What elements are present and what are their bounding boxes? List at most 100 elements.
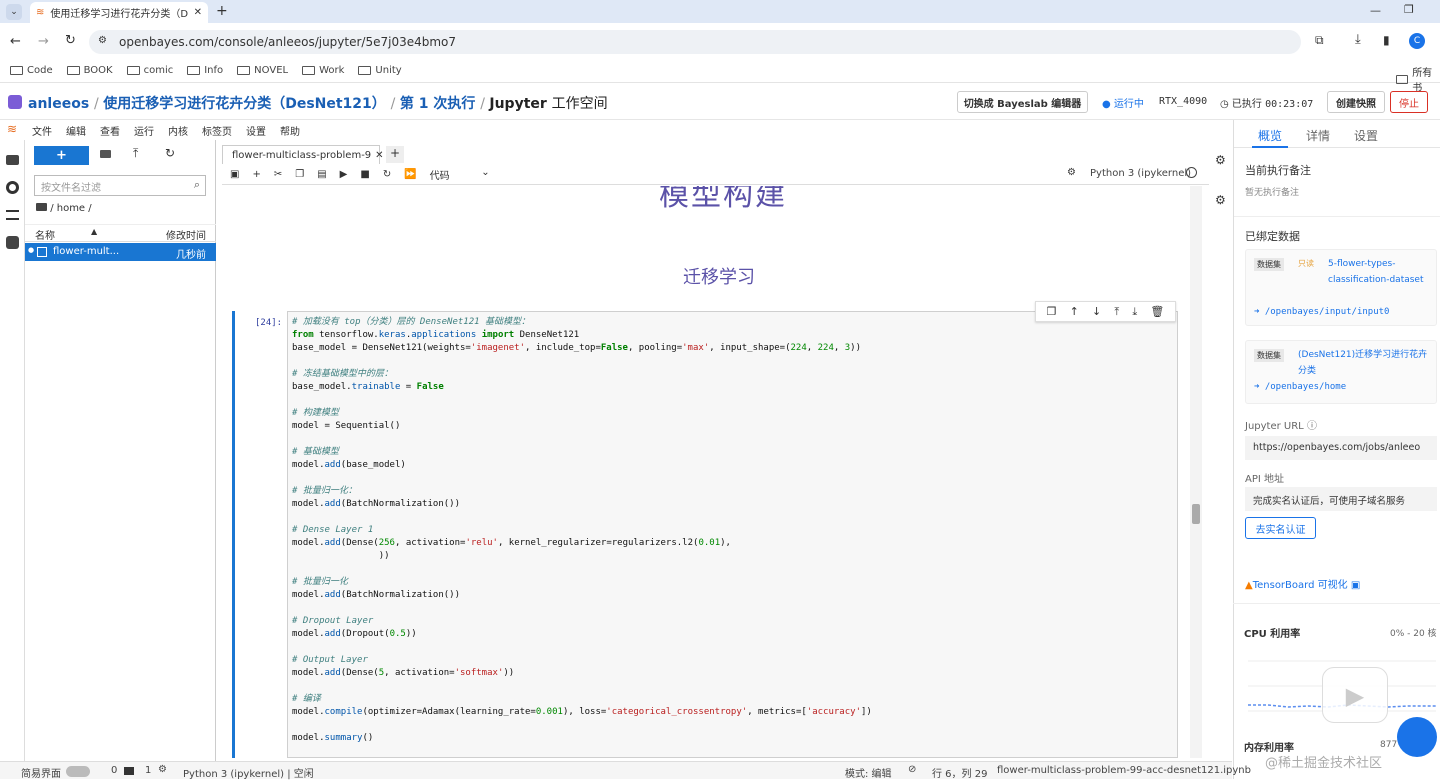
extensions-icon[interactable]: ⧉ [1315, 33, 1324, 48]
folder-icon[interactable] [36, 203, 47, 211]
tab-details[interactable]: 详情 [1306, 127, 1330, 144]
bookmark-book[interactable]: BOOK [66, 65, 113, 76]
url-bar[interactable]: ⚙ openbayes.com/console/anleeos/jupyter/… [89, 30, 1301, 54]
save-icon[interactable]: ▣ [230, 169, 239, 180]
file-filter-input[interactable]: 按文件名过滤 ⌕ [34, 175, 206, 196]
run-icon[interactable]: ▶ [340, 169, 348, 180]
back-icon[interactable]: ← [10, 34, 21, 49]
tensorboard-link[interactable]: ▲TensorBoard 可视化 ▣ [1245, 576, 1360, 591]
tab-settings[interactable]: 设置 [1354, 127, 1378, 144]
new-tab-button[interactable]: + [216, 3, 228, 19]
bug-icon[interactable]: ⚙ [1067, 167, 1076, 178]
info-icon[interactable]: ⓘ [1307, 421, 1317, 432]
notebook-tab[interactable]: flower-multiclass-problem-9 ✕ [222, 145, 384, 164]
file-row-selected[interactable]: ● flower-mult... 几秒前 [25, 243, 216, 261]
debugger-icon[interactable]: ⚙ [1215, 193, 1226, 207]
breadcrumb-run[interactable]: 第 1 次执行 [400, 96, 476, 112]
stop-button[interactable]: 停止 [1390, 91, 1428, 113]
cursor-position[interactable]: 行 6，列 29 [932, 765, 987, 780]
verify-button[interactable]: 去实名认证 [1245, 517, 1316, 539]
new-notebook-tab-button[interactable]: + [386, 146, 404, 163]
insert-above-icon[interactable]: ⤒ [1114, 305, 1119, 319]
menu-run[interactable]: 运行 [134, 123, 154, 138]
dataset1-name[interactable]: 5-flower-types-classification-dataset [1328, 256, 1428, 288]
reload-icon[interactable]: ↻ [65, 33, 76, 48]
simple-mode-toggle[interactable] [66, 766, 90, 777]
column-name[interactable]: 名称 [35, 227, 55, 242]
tab-search-button[interactable]: ⌄ [6, 4, 22, 20]
code-text: # 加载没有 top（分类）层的 DenseNet121 基础模型： from … [292, 317, 872, 743]
restore-icon[interactable]: ❐ [1404, 3, 1414, 16]
duplicate-cell-icon[interactable]: ❐ [1047, 305, 1057, 318]
dataset-card-1[interactable]: 数据集 只读 5-flower-types-classification-dat… [1245, 249, 1437, 326]
close-icon[interactable]: ✕ [375, 150, 383, 161]
code-editor[interactable]: # 加载没有 top（分类）层的 DenseNet121 基础模型： from … [287, 311, 1178, 758]
extensions-puzzle-icon[interactable] [6, 236, 19, 249]
tab-overview[interactable]: 概览 [1258, 127, 1282, 144]
bookmark-work[interactable]: Work [302, 65, 344, 76]
move-up-icon[interactable]: ↑ [1070, 305, 1079, 318]
breadcrumb-project[interactable]: 使用迁移学习进行花卉分类（DesNet121） [103, 96, 386, 112]
close-icon[interactable]: ✕ [194, 7, 202, 18]
move-down-icon[interactable]: ↓ [1092, 305, 1101, 318]
bookmark-unity[interactable]: Unity [358, 65, 402, 76]
breadcrumb-user[interactable]: anleeos [28, 96, 89, 112]
bookmark-code[interactable]: Code [10, 65, 53, 76]
copy-icon[interactable]: ❐ [295, 169, 304, 180]
menu-view[interactable]: 查看 [100, 123, 120, 138]
no-bug-icon[interactable]: ⊘ [908, 764, 916, 775]
jupyter-url-field[interactable]: https://openbayes.com/jobs/anleeo [1245, 436, 1437, 460]
kernel-status[interactable]: Python 3 (ipykernel) | 空闲 [183, 765, 314, 780]
note-title: 当前执行备注 [1245, 164, 1311, 177]
running-status: ● 运行中 [1102, 99, 1144, 110]
dataset2-name[interactable]: (DesNet121)迁移学习进行花卉分类 [1298, 347, 1434, 379]
upload-icon[interactable]: ⤒ [133, 146, 138, 161]
paste-icon[interactable]: ▤ [317, 169, 326, 180]
add-cell-icon[interactable]: + [252, 169, 260, 180]
bookmark-novel[interactable]: NOVEL [237, 65, 288, 76]
menu-kernel[interactable]: 内核 [168, 123, 188, 138]
browser-tab[interactable]: ≋ 使用迁移学习进行花卉分类（D ✕ [30, 2, 208, 23]
profile-avatar[interactable]: C [1409, 33, 1425, 49]
bookmark-info[interactable]: Info [187, 65, 223, 76]
notebook-tab-name: flower-multiclass-problem-9 [232, 149, 372, 161]
notebook-scrollbar[interactable] [1190, 186, 1202, 758]
folder-icon [187, 66, 201, 75]
elapsed-time: ◷ 已执行 00:23:07 [1220, 99, 1314, 110]
sort-ascending-icon[interactable]: ▲ [91, 227, 97, 236]
menu-tabs[interactable]: 标签页 [202, 123, 232, 138]
create-snapshot-button[interactable]: 创建快照 [1327, 91, 1385, 113]
insert-below-icon[interactable]: ⤓ [1132, 305, 1137, 319]
restart-icon[interactable]: ↻ [383, 169, 391, 180]
new-launcher-button[interactable]: + [34, 146, 89, 165]
menu-file[interactable]: 文件 [32, 123, 52, 138]
bookmark-comic[interactable]: comic [126, 65, 173, 76]
chat-bubble-icon[interactable] [1397, 717, 1437, 757]
stop-kernel-icon[interactable]: ■ [360, 169, 369, 180]
sidepanel-icon[interactable]: ▮ [1383, 33, 1390, 47]
menu-settings[interactable]: 设置 [246, 123, 266, 138]
delete-cell-icon[interactable]: 🗑 [1150, 305, 1164, 318]
menu-edit[interactable]: 编辑 [66, 123, 86, 138]
cpu-range: 0% - 20 核 [1390, 629, 1437, 639]
switch-editor-button[interactable]: 切换成 Bayeslab 编辑器 [957, 91, 1088, 113]
cell-type-select[interactable]: 代码 ⌄ [430, 167, 490, 182]
menu-help[interactable]: 帮助 [280, 123, 300, 138]
run-all-icon[interactable]: ⏩ [404, 169, 416, 180]
toc-icon[interactable] [6, 210, 19, 220]
scrollbar-thumb[interactable] [1192, 504, 1200, 524]
cut-icon[interactable]: ✂ [274, 169, 282, 180]
site-info-icon[interactable]: ⚙ [98, 35, 107, 46]
play-overlay-icon[interactable]: ▶ [1322, 667, 1388, 723]
dataset-card-2[interactable]: 数据集 (DesNet121)迁移学习进行花卉分类 ➜ /openbayes/h… [1245, 340, 1437, 404]
kernel-name[interactable]: Python 3 (ipykernel) [1090, 168, 1191, 179]
minimize-icon[interactable]: — [1370, 4, 1381, 17]
running-kernels-icon[interactable] [6, 181, 19, 194]
folder-icon[interactable] [6, 155, 19, 165]
column-modified[interactable]: 修改时间 [166, 227, 206, 242]
new-folder-icon[interactable] [100, 150, 111, 158]
property-inspector-icon[interactable]: ⚙ [1215, 153, 1226, 167]
download-icon[interactable]: ⤓ [1355, 32, 1361, 47]
forward-icon[interactable]: → [38, 34, 49, 49]
refresh-icon[interactable]: ↻ [165, 146, 175, 160]
